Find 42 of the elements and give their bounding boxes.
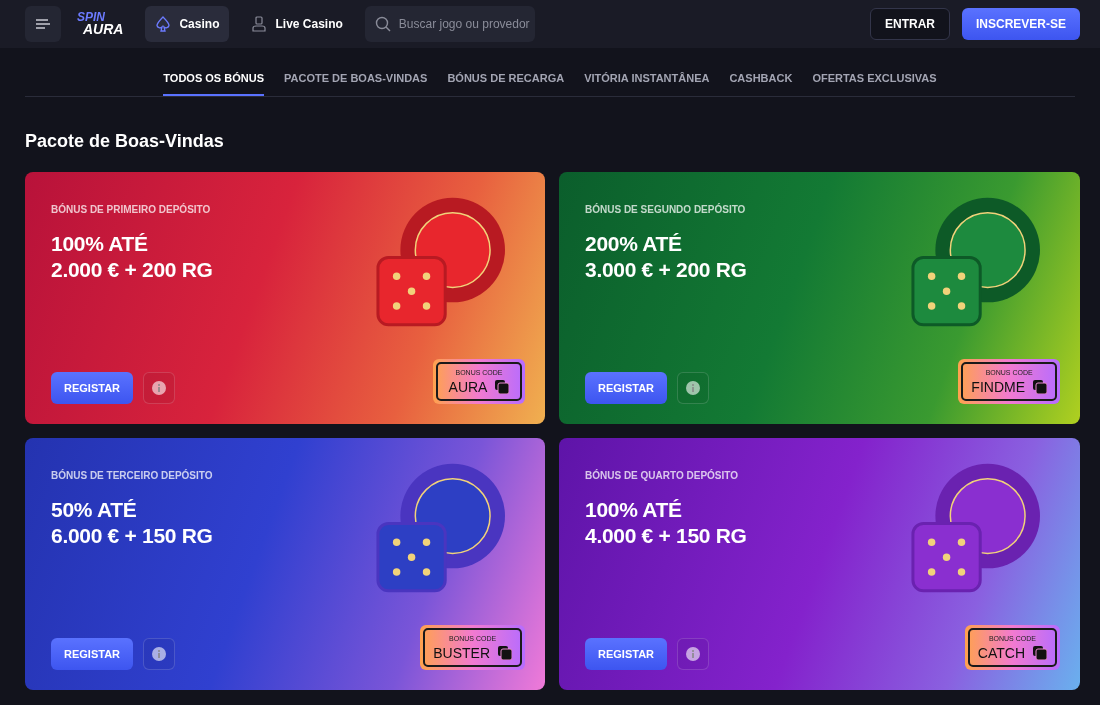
category-tab[interactable]: OFERTAS EXCLUSIVAS <box>812 66 937 96</box>
copy-icon[interactable] <box>1033 380 1047 394</box>
copy-icon[interactable] <box>1033 646 1047 660</box>
register-button[interactable]: REGISTAR <box>51 638 134 670</box>
section-title: Pacote de Boas-Vindas <box>25 131 225 152</box>
nav-tab[interactable]: Casino <box>145 6 230 42</box>
bonus-label: BÓNUS DE PRIMEIRO DEPÓSITO <box>51 204 211 215</box>
register-button[interactable]: REGISTAR <box>585 638 668 670</box>
info-button[interactable] <box>677 638 710 670</box>
person-icon <box>251 16 268 32</box>
login-button[interactable]: ENTRAR <box>869 8 950 40</box>
category-tab[interactable]: TODOS OS BÓNUS <box>163 66 264 96</box>
bonus-amount: 100% ATÉ 2.000 € + 200 RG <box>51 231 213 283</box>
nav-tab[interactable]: Live Casino <box>241 6 353 42</box>
info-icon <box>686 647 701 661</box>
spade-icon <box>155 16 172 32</box>
category-tab[interactable]: CASHBACK <box>729 66 793 96</box>
bonus-label: BÓNUS DE TERCEIRO DEPÓSITO <box>51 470 213 481</box>
signup-button[interactable]: INSCREVER-SE <box>961 8 1080 40</box>
bonus-amount: 200% ATÉ 3.000 € + 200 RG <box>585 231 747 283</box>
menu-icon <box>35 18 51 30</box>
bonus-amount: 50% ATÉ 6.000 € + 150 RG <box>51 497 213 549</box>
copy-icon[interactable] <box>495 380 510 394</box>
register-button[interactable]: REGISTAR <box>585 372 668 404</box>
search-field[interactable]: Buscar jogo ou provedor <box>364 6 535 42</box>
category-tab[interactable]: PACOTE DE BOAS-VINDAS <box>284 66 428 96</box>
logo[interactable]: SPIN AURA <box>77 12 124 36</box>
info-icon <box>152 647 167 661</box>
bonus-label: BÓNUS DE QUARTO DEPÓSITO <box>585 470 738 481</box>
menu-button[interactable] <box>25 6 61 42</box>
category-tab[interactable]: VITÓRIA INSTANTÂNEA <box>584 66 710 96</box>
bonus-amount: 100% ATÉ 4.000 € + 150 RG <box>585 497 747 549</box>
copy-icon[interactable] <box>498 646 512 660</box>
bonus-label: BÓNUS DE SEGUNDO DEPÓSITO <box>585 204 746 215</box>
info-button[interactable] <box>143 638 176 670</box>
register-button[interactable]: REGISTAR <box>51 372 134 404</box>
info-icon <box>686 381 701 395</box>
info-icon <box>152 381 167 395</box>
category-tab[interactable]: BÓNUS DE RECARGA <box>447 66 565 96</box>
search-icon <box>374 16 391 32</box>
info-button[interactable] <box>143 372 176 404</box>
info-button[interactable] <box>677 372 710 404</box>
